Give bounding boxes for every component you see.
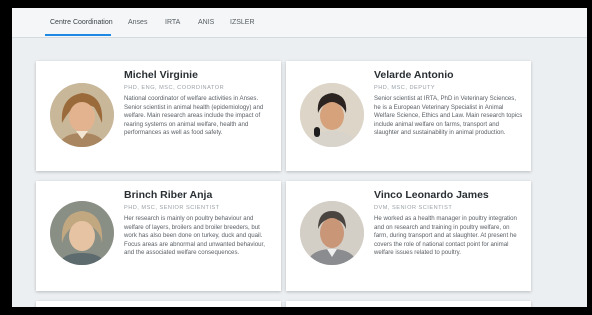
person-bio: He worked as a health manager in poultry…	[374, 215, 517, 256]
person-name: Brinch Riber Anja	[124, 189, 213, 201]
tab-anis[interactable]: ANIS	[198, 19, 214, 26]
active-tab-indicator	[45, 34, 111, 36]
person-card-partial	[286, 301, 531, 307]
person-card: Michel Virginie PHD, ENG, MSC, COORDINAT…	[36, 61, 281, 171]
tab-irta[interactable]: IRTA	[165, 19, 180, 26]
person-photo	[300, 201, 364, 265]
person-name: Vinco Leonardo James	[374, 189, 489, 201]
person-photo	[300, 83, 364, 147]
person-name: Velarde Antonio	[374, 69, 454, 81]
person-card-partial	[36, 301, 281, 307]
person-photo	[50, 83, 114, 147]
person-role: PHD, ENG, MSC, COORDINATOR	[124, 85, 225, 91]
person-role: PHD, MSC, DEPUTY	[374, 85, 436, 91]
tab-anses[interactable]: Anses	[128, 19, 147, 26]
person-bio: National coordinator of welfare activiti…	[124, 95, 264, 136]
person-bio: Her research is mainly on poultry behavi…	[124, 215, 265, 256]
team-page: Centre Coordination Anses IRTA ANIS IZSL…	[12, 8, 587, 307]
tab-centre-coordination[interactable]: Centre Coordination	[50, 19, 113, 26]
person-card: Vinco Leonardo James DVM, SENIOR SCIENTI…	[286, 181, 531, 291]
person-name: Michel Virginie	[124, 69, 198, 81]
person-bio: Senior scientist at IRTA, PhD in Veterin…	[374, 95, 523, 136]
person-role: DVM, SENIOR SCIENTIST	[374, 205, 453, 211]
person-card: Velarde Antonio PHD, MSC, DEPUTY Senior …	[286, 61, 531, 171]
person-card: Brinch Riber Anja PHD, MSC, SENIOR SCIEN…	[36, 181, 281, 291]
person-role: PHD, MSC, SENIOR SCIENTIST	[124, 205, 220, 211]
tab-izsler[interactable]: IZSLER	[230, 19, 255, 26]
person-photo	[50, 201, 114, 265]
tab-bar: Centre Coordination Anses IRTA ANIS IZSL…	[12, 8, 587, 38]
